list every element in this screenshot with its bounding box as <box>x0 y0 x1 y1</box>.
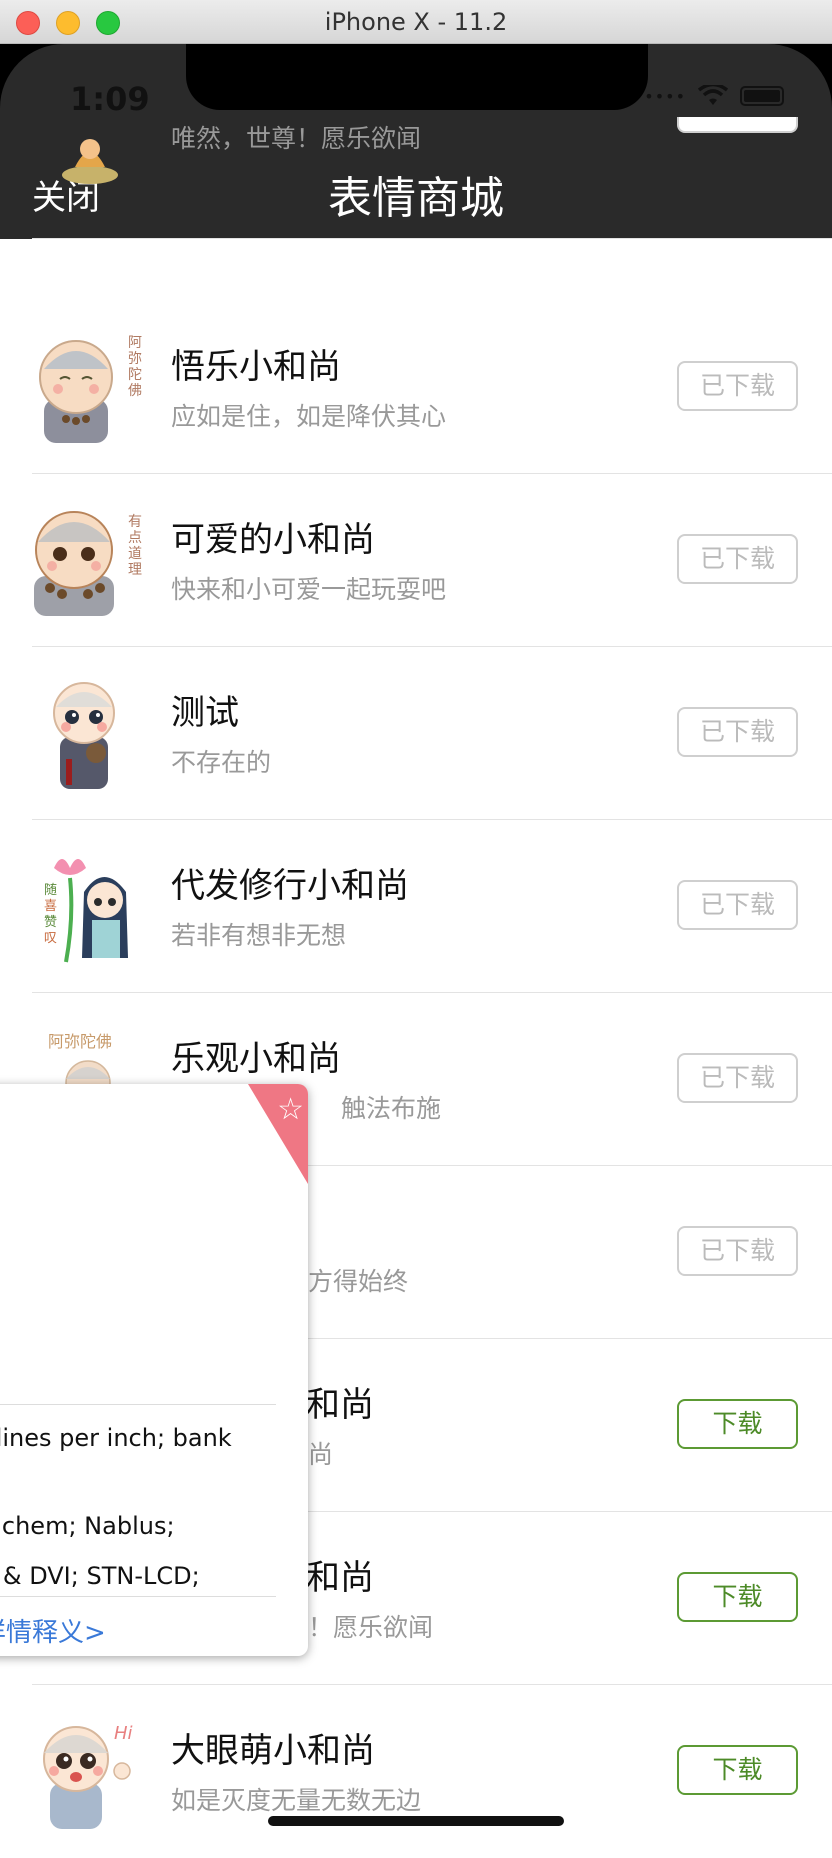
svg-text:有: 有 <box>128 514 142 530</box>
signal-dots-icon: •••• <box>644 86 686 106</box>
svg-text:道: 道 <box>128 546 142 562</box>
list-item-desc: 如是灭度无量无数无边 <box>171 1786 422 1815</box>
popup-text-line: g & DVI; STN-LCD; <box>0 1562 200 1590</box>
home-indicator[interactable] <box>268 1816 564 1826</box>
list-item-name: 测试 <box>171 693 239 733</box>
list-item-desc: 唯然，世尊！愿乐欲闻 <box>171 124 422 153</box>
downloaded-button[interactable]: 已下载 <box>677 1226 798 1276</box>
svg-text:佛: 佛 <box>128 383 142 399</box>
list-item-desc: 应如是住，如是降伏其心 <box>171 402 447 431</box>
battery-icon <box>740 86 784 106</box>
sticker-thumbnail: 阿 弥 陀 佛 <box>39 335 142 443</box>
svg-text:阿: 阿 <box>128 335 142 351</box>
list-item-desc: 尚 <box>308 1440 334 1469</box>
svg-text:赞: 赞 <box>44 915 57 930</box>
svg-text:阿弥陀佛: 阿弥陀佛 <box>48 1032 112 1051</box>
downloaded-button[interactable] <box>677 117 798 133</box>
list-item[interactable]: 随 喜 赞 叹 代发修行小和尚 若非有想非无想 已下载 <box>0 820 832 993</box>
svg-text:陀: 陀 <box>128 367 142 383</box>
svg-text:喜: 喜 <box>44 899 57 914</box>
list-item-name: 和尚 <box>306 1558 374 1598</box>
list-item[interactable]: Hi 大眼萌小和尚 如是灭度无量无数无边 下载 <box>0 1685 832 1858</box>
sticker-thumbnail: 随 喜 赞 叹 <box>44 859 128 963</box>
list-item-name: 悟乐小和尚 <box>171 347 341 387</box>
window-title: iPhone X - 11.2 <box>324 8 508 36</box>
downloaded-button[interactable]: 已下载 <box>677 1053 798 1103</box>
list-item-desc: 快来和小可爱一起玩耍吧 <box>171 575 447 604</box>
svg-text:点: 点 <box>128 530 142 546</box>
list-item[interactable]: 阿 弥 陀 佛 悟乐小和尚 应如是住，如是降伏其心 已下载 <box>0 301 832 474</box>
wifi-icon <box>698 85 728 105</box>
sticker-thumbnail: Hi <box>43 1723 133 1829</box>
list-item[interactable]: 测试 不存在的 已下载 <box>0 647 832 820</box>
downloaded-button[interactable]: 已下载 <box>677 361 798 411</box>
list-item-desc: ！愿乐欲闻 <box>308 1613 434 1642</box>
popup-text-line: ; lines per inch; bank <box>0 1424 232 1452</box>
list-item-name: 乐观小和尚 <box>171 1039 341 1079</box>
divider <box>0 1404 276 1405</box>
status-time: 1:09 <box>70 80 150 118</box>
downloaded-button[interactable]: 已下载 <box>677 880 798 930</box>
svg-text:理: 理 <box>128 562 142 578</box>
list-item-desc: 触法布施 <box>341 1094 442 1123</box>
list-item-partial[interactable]: 唯然，世尊！愿乐欲闻 <box>0 117 832 239</box>
divider <box>0 1596 276 1597</box>
popup-text-line: Sichem; Nablus; <box>0 1512 175 1540</box>
list-item-name: 代发修行小和尚 <box>171 866 409 906</box>
list-item-name: 大眼萌小和尚 <box>171 1731 375 1771</box>
divider <box>32 238 832 239</box>
list-item-desc: 不存在的 <box>171 748 272 777</box>
svg-text:Hi: Hi <box>114 1723 133 1744</box>
download-button[interactable]: 下载 <box>677 1399 798 1449</box>
svg-text:叹: 叹 <box>44 931 57 946</box>
list-item-name: 和尚 <box>306 1385 374 1425</box>
dictionary-popup[interactable]: ☆ ; lines per inch; bank Sichem; Nablus;… <box>0 1084 308 1656</box>
downloaded-button[interactable]: 已下载 <box>677 534 798 584</box>
notch <box>186 44 648 110</box>
downloaded-button[interactable]: 已下载 <box>677 707 798 757</box>
sticker-thumbnail <box>62 139 118 184</box>
status-icons: •••• <box>644 82 784 110</box>
window-titlebar: iPhone X - 11.2 <box>0 0 832 44</box>
list-item-desc: 若非有想非无想 <box>171 921 347 950</box>
popup-detail-link[interactable]: 详情释义> <box>0 1612 106 1649</box>
sticker-thumbnail: 有 点 道 理 <box>34 511 142 616</box>
list-item[interactable]: 有 点 道 理 可爱的小和尚 快来和小可爱一起玩耍吧 已下载 <box>0 474 832 647</box>
star-icon[interactable]: ☆ <box>277 1092 304 1127</box>
svg-text:随: 随 <box>44 883 57 898</box>
list-item-name: 可爱的小和尚 <box>171 520 375 560</box>
svg-text:弥: 弥 <box>128 350 142 367</box>
list-item-desc: 方得始终 <box>308 1267 409 1296</box>
download-button[interactable]: 下载 <box>677 1745 798 1795</box>
download-button[interactable]: 下载 <box>677 1572 798 1622</box>
sticker-thumbnail <box>53 682 115 789</box>
